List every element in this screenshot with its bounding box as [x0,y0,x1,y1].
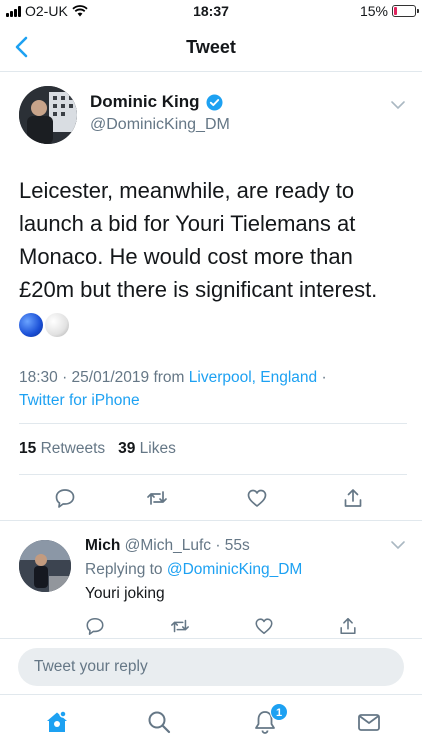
search-icon[interactable] [146,709,172,735]
retweet-icon[interactable] [170,616,190,636]
like-icon[interactable] [246,487,268,509]
tweet-timestamp: 18:30 · 25/01/2019 from [19,369,189,386]
page-title: Tweet [186,37,236,57]
reply-header: Mich @Mich_Lufc · 55s [85,537,250,555]
verified-badge-icon [206,94,223,110]
tweet-meta: 18:30 · 25/01/2019 from Liverpool, Engla… [19,366,409,412]
replying-to-label: Replying to [85,561,167,578]
likes-count: 39 [118,440,136,457]
tweet-stats: 15 Retweets 39 Likes [19,440,176,458]
reply-compose-input[interactable]: Tweet your reply [18,648,404,686]
status-right: 15% [359,3,419,19]
likes-label: Likes [139,440,176,457]
author-avatar[interactable] [19,86,77,144]
share-icon[interactable] [338,616,358,636]
emoji-row [19,313,69,337]
battery-icon [392,5,419,17]
battery-percent: 15% [359,3,388,19]
reply-text: Youri joking [85,585,165,602]
likes-stat[interactable]: 39 Likes [118,440,176,457]
retweets-stat[interactable]: 15 Retweets [19,440,105,457]
home-icon[interactable] [44,709,70,735]
reply-icon[interactable] [85,616,105,636]
reply-icon[interactable] [54,487,76,509]
reply-age: · 55s [215,537,250,554]
reply-avatar[interactable] [19,540,71,592]
reply-photo [19,540,71,592]
white-circle-emoji [45,313,69,337]
meta-separator: · [317,369,327,386]
tweet-separator [0,520,422,521]
notifications-badge: 1 [270,703,288,721]
tweet-text: Leicester, meanwhile, are ready to launc… [19,178,378,302]
replying-to-handle[interactable]: @DominicKing_DM [167,561,302,578]
tab-bar: 1 [0,694,422,750]
retweets-count: 15 [19,440,37,457]
divider [19,423,407,424]
battery-level [394,7,397,15]
retweets-label: Retweets [40,440,106,457]
author-handle[interactable]: @DominicKing_DM [90,116,230,134]
reply-author-handle[interactable]: @Mich_Lufc [125,537,211,554]
messages-icon[interactable] [356,709,382,735]
nav-header: Tweet [0,22,422,72]
share-icon[interactable] [342,487,364,509]
status-bar: O2-UK 18:37 15% [0,0,422,22]
divider [19,474,407,475]
like-icon[interactable] [254,616,274,636]
blue-circle-emoji [19,313,43,337]
author-name-text: Dominic King [90,92,200,111]
author-name[interactable]: Dominic King [90,92,223,112]
tweet-source-link[interactable]: Twitter for iPhone [19,392,140,409]
status-time: 18:37 [193,3,229,19]
retweet-icon[interactable] [146,487,168,509]
replying-to: Replying to @DominicKing_DM [85,561,302,579]
chevron-down-icon[interactable] [390,100,406,110]
tweet-location-link[interactable]: Liverpool, England [189,369,317,386]
chevron-down-icon[interactable] [390,540,406,550]
author-photo [19,86,77,144]
reply-author-name[interactable]: Mich [85,537,120,554]
